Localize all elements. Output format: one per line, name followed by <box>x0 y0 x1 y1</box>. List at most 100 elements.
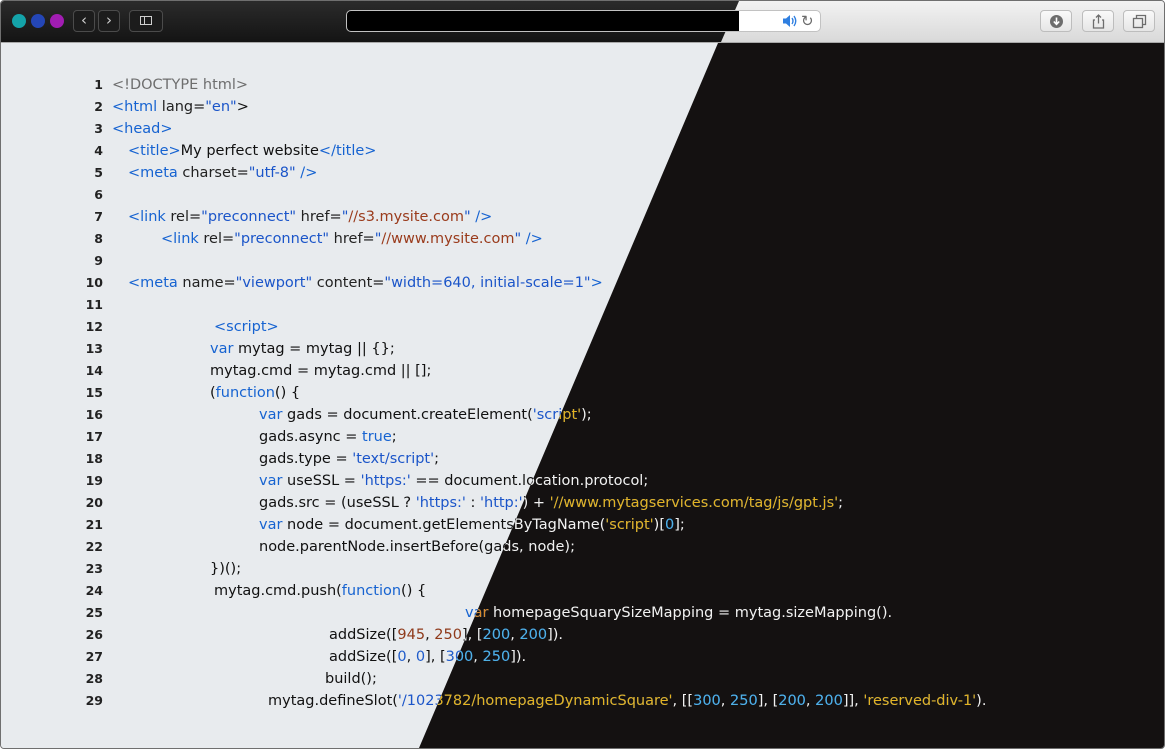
code-token: = <box>236 165 249 181</box>
line-number: 1 <box>94 77 103 92</box>
speaker-icon[interactable] <box>781 13 799 29</box>
code-token: 200 <box>778 693 806 709</box>
code-token: '//www.mytagservices.com/tag/js/gpt.js' <box>549 495 839 511</box>
chevron-left-icon: ‹ <box>81 11 87 29</box>
code-token: href <box>329 231 363 247</box>
code-token: " <box>464 209 471 225</box>
code-token: /> <box>470 209 493 225</box>
line-number: 14 <box>85 363 103 378</box>
code-text: <link rel="preconnect" href="//s3.mysite… <box>128 206 492 228</box>
code-token: lang <box>157 99 194 115</box>
zoom-window-button[interactable] <box>50 14 64 28</box>
code-token: <title> <box>128 143 181 159</box>
code-token: <!DOCTYPE html> <box>112 77 249 93</box>
line-number: 4 <box>94 143 103 158</box>
downloads-button[interactable] <box>1040 10 1072 32</box>
code-text: gads.async = true; <box>259 426 397 448</box>
code-token: : <box>465 495 481 511</box>
code-token: mytag.cmd = mytag.cmd || []; <box>210 363 432 379</box>
code-token: , <box>720 693 730 709</box>
code-token: gads = document.createElement( <box>282 407 533 423</box>
line-number: 7 <box>94 209 103 224</box>
code-token: "preconnect" <box>234 231 330 247</box>
code-token: useSSL = <box>282 473 361 489</box>
line-number: 8 <box>94 231 103 246</box>
code-token: homepageSquarySizeMapping = mytag.sizeMa… <box>488 605 893 621</box>
address-bar[interactable]: ↻ <box>346 10 821 32</box>
code-token: <html <box>112 99 158 115</box>
close-window-button[interactable] <box>12 14 26 28</box>
code-text: <head> <box>112 118 173 140</box>
forward-button[interactable]: › <box>98 10 120 32</box>
back-button[interactable]: ‹ <box>73 10 95 32</box>
tabs-overview-button[interactable] <box>1123 10 1155 32</box>
code-token: "en" <box>205 99 237 115</box>
code-token: <link <box>128 209 166 225</box>
share-button[interactable] <box>1082 10 1114 32</box>
code-token: 0 <box>397 649 407 665</box>
code-token: 'text/script' <box>352 451 435 467</box>
minimize-window-button[interactable] <box>31 14 45 28</box>
code-token: 300 <box>693 693 721 709</box>
line-number: 27 <box>85 649 103 664</box>
line-number: 3 <box>94 121 103 136</box>
line-number: 19 <box>85 473 103 488</box>
code-text: <!DOCTYPE html> <box>112 74 248 96</box>
code-token: ]). <box>547 627 564 643</box>
code-token: 0 <box>665 517 675 533</box>
line-number: 22 <box>85 539 103 554</box>
sidebar-toggle-button[interactable] <box>129 10 163 32</box>
code-token: 945 <box>397 627 426 643</box>
code-token: 250 <box>730 693 758 709</box>
code-token: /> <box>521 231 543 247</box>
code-text: var homepageSquarySizeMapping = mytag.si… <box>465 602 892 624</box>
code-token: rel <box>198 231 222 247</box>
code-text: <html lang="en"> <box>112 96 249 118</box>
code-token: ). <box>976 693 987 709</box>
code-token: })(); <box>210 561 242 577</box>
code-token: ); <box>581 407 592 423</box>
code-token: function <box>341 583 402 599</box>
line-number: 17 <box>85 429 103 444</box>
line-number: 24 <box>85 583 103 598</box>
line-number: 11 <box>85 297 103 312</box>
line-number: 13 <box>85 341 103 356</box>
code-text: mytag.cmd = mytag.cmd || []; <box>210 360 431 382</box>
line-number: 18 <box>85 451 103 466</box>
line-number: 23 <box>85 561 103 576</box>
code-text: <meta name="viewport" content="width=640… <box>128 272 603 294</box>
line-number: 21 <box>85 517 103 532</box>
tabs-icon <box>1132 14 1147 29</box>
code-token: 0 <box>415 649 426 665</box>
code-token: name <box>177 275 224 291</box>
code-token: rel <box>165 209 189 225</box>
code-token: ) + <box>522 495 550 511</box>
code-token: 'reserved-div-1' <box>863 693 977 709</box>
code-token: ], [ <box>757 693 779 709</box>
code-token: "preconnect" <box>201 209 297 225</box>
code-token: <meta <box>128 275 178 291</box>
code-token: = <box>222 231 235 247</box>
code-token: ; <box>838 495 844 511</box>
line-number: 29 <box>85 693 103 708</box>
code-token: mytag.defineSlot( <box>268 693 398 709</box>
line-number: 28 <box>85 671 103 686</box>
line-number: 2 <box>94 99 103 114</box>
code-token: content <box>312 275 373 291</box>
code-token: function <box>215 385 275 401</box>
code-text: build(); <box>325 668 377 690</box>
line-number: 15 <box>85 385 103 400</box>
page-content: 1 <!DOCTYPE html> 2 <html lang="en"> 3 <head>… <box>1 43 1164 748</box>
code-text: var gads = document.createElement('scrip… <box>259 404 592 426</box>
reload-icon[interactable]: ↻ <box>801 12 814 30</box>
line-number: 16 <box>85 407 103 422</box>
code-token: gads.type = <box>259 451 353 467</box>
line-number: 20 <box>85 495 103 510</box>
code-token: = <box>193 99 206 115</box>
code-token: , <box>805 693 816 709</box>
code-token: ]], <box>842 693 864 709</box>
code-token: 200 <box>482 627 511 643</box>
code-token: <script> <box>214 319 279 335</box>
code-token: ; <box>391 429 397 445</box>
code-token: = <box>223 275 236 291</box>
